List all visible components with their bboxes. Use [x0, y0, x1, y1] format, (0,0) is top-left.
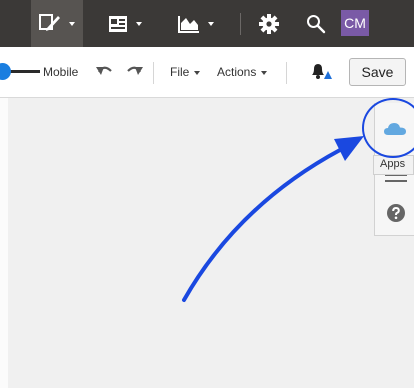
- arrow-shaft: [182, 148, 342, 302]
- arrow-head-icon: [334, 136, 364, 161]
- annotation-arrow: [182, 136, 364, 302]
